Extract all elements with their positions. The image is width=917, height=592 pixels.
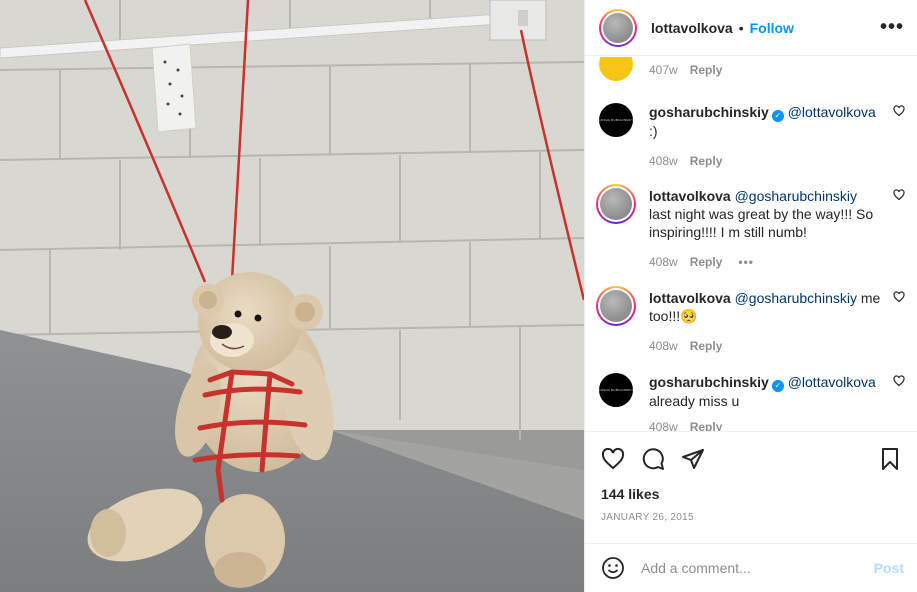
post-header: lottavolkova • Follow ••• (585, 0, 917, 56)
heart-icon[interactable] (601, 447, 625, 471)
list-item: lottavolkova @gosharubchinskiy last nigh… (596, 184, 905, 271)
reply-button[interactable]: Reply (690, 61, 723, 79)
smiley-icon[interactable] (601, 556, 625, 580)
post-actions: 144 likes JANUARY 26, 2015 (585, 431, 917, 543)
likes-count[interactable]: 144 likes (601, 486, 902, 502)
comment-mention[interactable]: @lottavolkova (788, 374, 876, 390)
commenter-avatar[interactable]: GOSHA RUBCHINSKIY (598, 103, 634, 137)
author-username[interactable]: lottavolkova (651, 20, 733, 36)
comment-time[interactable]: 408w (649, 337, 678, 355)
commenter-avatar[interactable] (596, 286, 636, 326)
share-icon[interactable] (681, 447, 705, 471)
comment-time[interactable]: 408w (649, 253, 678, 271)
reply-button[interactable]: Reply (690, 152, 723, 170)
comment-mention[interactable]: @gosharubchinskiy (735, 290, 857, 306)
comment-icon[interactable] (641, 447, 665, 471)
follow-button[interactable]: Follow (750, 20, 794, 36)
post-button[interactable]: Post (874, 560, 904, 576)
reply-button[interactable]: Reply (690, 253, 723, 271)
reply-button[interactable]: Reply (690, 337, 723, 355)
comment-time[interactable]: 408w (649, 152, 678, 170)
reply-button[interactable]: Reply (690, 418, 723, 431)
comment-mention[interactable]: @gosharubchinskiy (735, 188, 857, 204)
verified-icon: ✓ (771, 380, 784, 392)
heart-icon[interactable] (893, 375, 905, 387)
post-photo[interactable] (0, 0, 584, 592)
comment-text: :) (649, 123, 658, 139)
comment-mention[interactable]: @lottavolkova (788, 104, 876, 120)
teddy-bear-photo (0, 0, 584, 592)
comment-input[interactable] (641, 560, 861, 576)
commenter-avatar[interactable] (599, 57, 633, 81)
comment-time[interactable]: 408w (649, 418, 678, 431)
header-separator: • (738, 19, 744, 36)
bookmark-icon[interactable] (878, 447, 902, 471)
heart-icon[interactable] (893, 105, 905, 117)
list-item: 407w Reply (599, 57, 905, 81)
author-avatar[interactable] (599, 8, 637, 47)
heart-icon[interactable] (893, 291, 905, 303)
more-icon[interactable]: ••• (880, 16, 904, 39)
comment-text: last night was great by the way!!! So in… (649, 206, 874, 240)
heart-icon[interactable] (893, 189, 905, 201)
comment-username[interactable]: lottavolkova (649, 290, 731, 306)
verified-icon: ✓ (771, 110, 784, 122)
post-sidebar: lottavolkova • Follow ••• 407w Reply GOS… (584, 0, 917, 592)
commenter-avatar[interactable] (596, 184, 636, 224)
list-item: lottavolkova @gosharubchinskiy me too!!!… (596, 286, 905, 355)
comment-time[interactable]: 407w (649, 61, 678, 79)
comment-text: already miss u (649, 393, 740, 409)
comment-username[interactable]: gosharubchinskiy (649, 374, 769, 390)
list-item: GOSHA RUBCHINSKIY gosharubchinskiy ✓ @lot… (598, 373, 905, 431)
commenter-avatar[interactable]: GOSHA RUBCHINSKIY (598, 373, 634, 407)
comments-list[interactable]: 407w Reply GOSHA RUBCHINSKIY gosharubchi… (585, 57, 917, 431)
comment-more-icon[interactable]: ••• (738, 253, 754, 271)
comment-username[interactable]: gosharubchinskiy (649, 104, 769, 120)
post-date[interactable]: JANUARY 26, 2015 (601, 512, 902, 523)
comment-username[interactable]: lottavolkova (649, 188, 731, 204)
add-comment-bar: Post (585, 543, 917, 592)
list-item: GOSHA RUBCHINSKIY gosharubchinskiy ✓ @lot… (598, 103, 905, 170)
